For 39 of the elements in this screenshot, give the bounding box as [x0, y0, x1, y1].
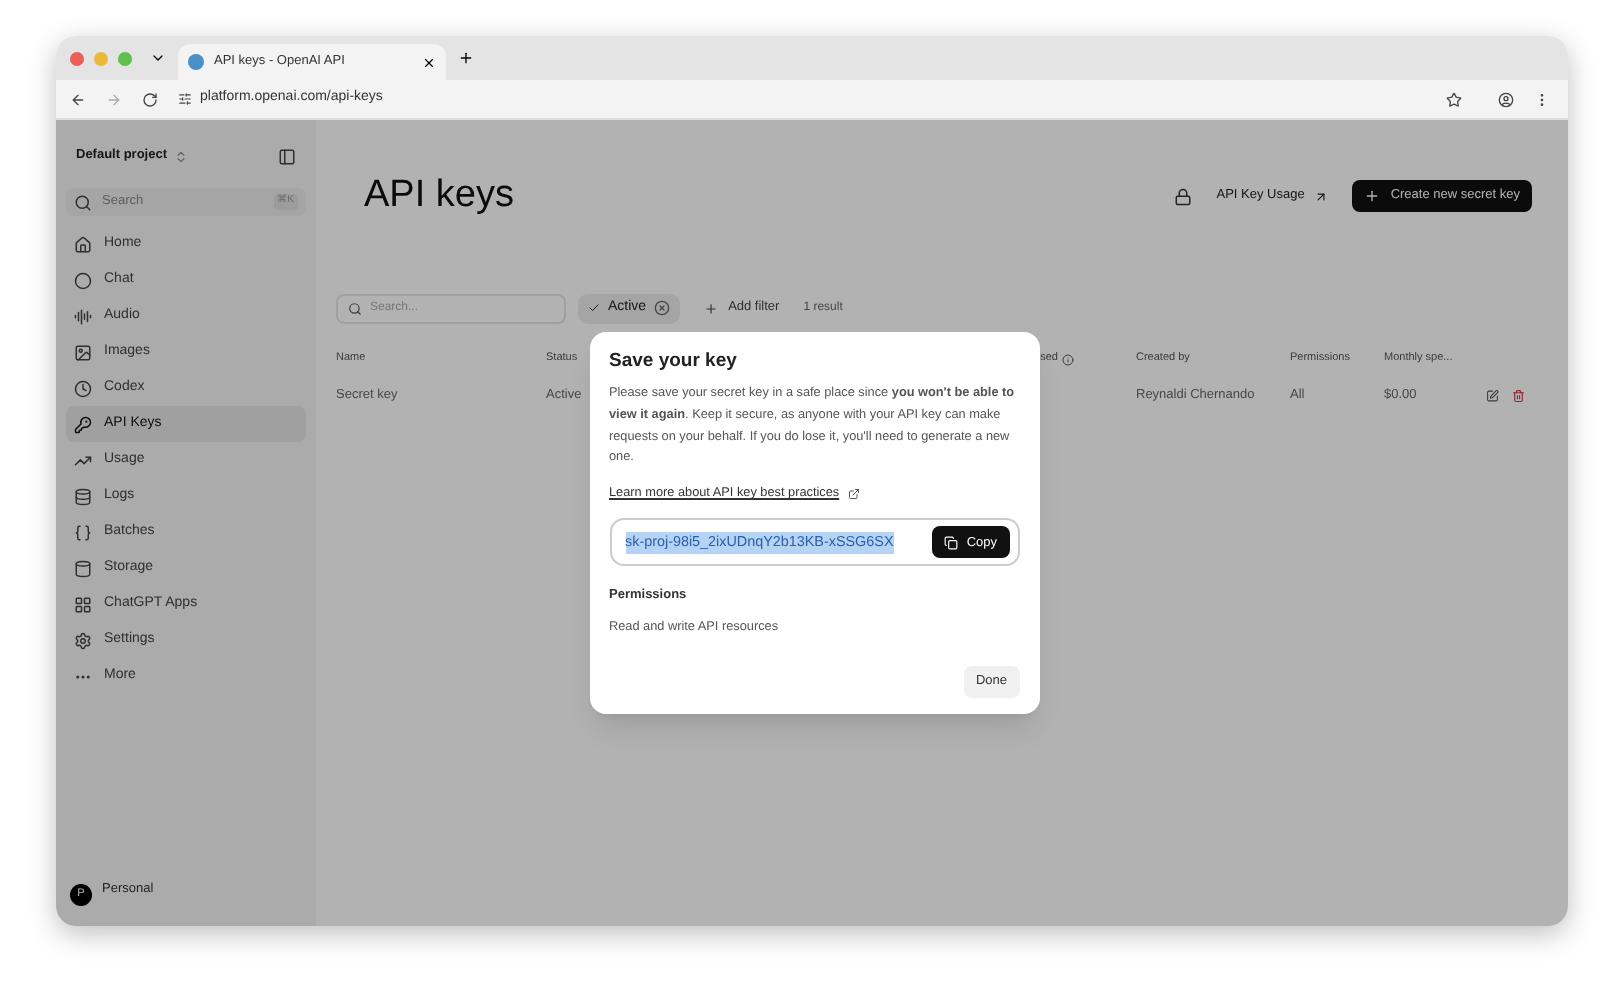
cylinder-icon — [74, 559, 92, 577]
reload-icon[interactable] — [142, 91, 158, 107]
favicon-icon — [188, 54, 204, 70]
braces-icon — [74, 523, 92, 541]
trend-icon — [74, 451, 92, 469]
new-tab-icon[interactable] — [458, 50, 474, 66]
arrow-up-right-icon — [1314, 189, 1329, 204]
external-link-icon — [847, 487, 860, 500]
chevrons-icon — [173, 149, 188, 163]
dialog-title: Save your key — [609, 348, 739, 377]
circle-icon — [74, 271, 92, 289]
settings-icon — [74, 631, 92, 649]
edit-icon[interactable] — [1486, 387, 1499, 403]
close-tab-icon[interactable] — [422, 55, 436, 69]
audio-wave-icon — [74, 307, 92, 325]
tab-list-button[interactable] — [150, 50, 166, 66]
copy-icon — [944, 535, 959, 550]
plus-icon — [1364, 188, 1381, 205]
stack-icon — [74, 487, 92, 505]
site-settings-icon[interactable] — [178, 92, 192, 106]
back-icon[interactable] — [70, 91, 86, 107]
clock-icon — [74, 379, 92, 397]
search-icon — [348, 301, 362, 315]
grid-icon — [74, 595, 92, 613]
profile-icon[interactable] — [1498, 91, 1514, 107]
page-title: API keys — [364, 172, 514, 220]
delete-icon[interactable] — [1511, 387, 1524, 403]
lock-icon — [1174, 187, 1193, 206]
bookmark-star-icon[interactable] — [1446, 91, 1462, 107]
plus-icon — [704, 301, 719, 315]
home-icon — [74, 235, 92, 253]
remove-filter-icon[interactable] — [654, 300, 671, 316]
collapse-sidebar-icon[interactable] — [278, 147, 296, 165]
image-icon — [74, 343, 92, 361]
search-icon — [74, 193, 92, 211]
key-icon — [74, 415, 92, 433]
close-window-button[interactable] — [70, 51, 84, 65]
check-icon — [588, 302, 600, 314]
info-icon — [1062, 353, 1074, 365]
